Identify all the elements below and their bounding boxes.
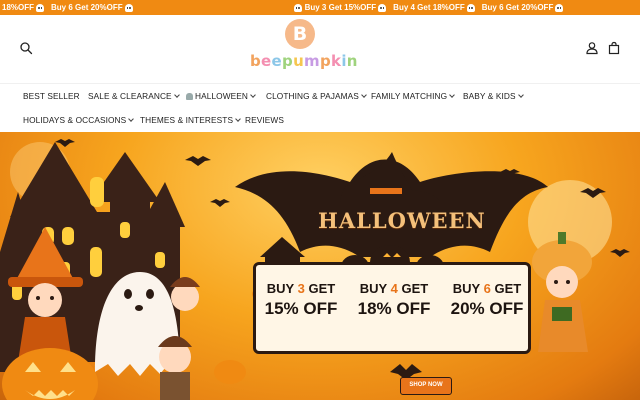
offer-buy-3[interactable]: BUY 3 GET 15% OFF [256,281,346,319]
brand-logo[interactable]: beepumpkin [250,19,358,79]
hero-banner[interactable]: HALLOWEEN BUY 3 GET 15% OFF BUY 4 GET 18… [0,132,640,400]
promo-item[interactable]: Buy 3 Get 15%OFF [290,3,392,12]
chevron-down-icon [235,115,241,122]
promo-text: Buy 6 Get 20%OFF [51,3,123,12]
chevron-down-icon [128,115,135,122]
promo-marquee-bar: 18%OFF Buy 6 Get 20%OFF Buy 3 Get 15%OFF… [0,0,640,15]
shopping-bag-icon[interactable] [607,41,621,55]
chevron-down-icon [173,91,180,98]
small-pumpkin [214,360,246,384]
search-icon[interactable] [19,41,33,55]
logo-wordmark: beepumpkin [250,52,358,70]
chevron-down-icon [250,91,256,98]
hero-title: HALLOWEEN [318,208,486,233]
logo-badge-icon [285,19,315,49]
ghost-icon [186,92,193,100]
marquee-gap [138,3,290,12]
ghost-icon [466,3,475,12]
chevron-down-icon [449,91,456,98]
nav-item-themes-interests[interactable]: THEMES & INTERESTS [140,115,241,125]
promo-text: Buy 4 Get 18%OFF [393,3,465,12]
user-icon[interactable] [585,41,599,55]
offer-line-pct: 20% OFF [450,299,524,318]
offer-line-pct: 15% OFF [264,299,338,318]
promo-item[interactable]: Buy 6 Get 20%OFF [49,3,138,12]
promo-text: Buy 3 Get 15%OFF [304,3,377,12]
offer-line-buy: BUY 6 GET [452,281,522,296]
nav-item-clothing-pajamas[interactable]: CLOTHING & PAJAMAS [266,91,367,101]
offer-buy-4[interactable]: BUY 4 GET 18% OFF [349,281,439,319]
nav-item-baby-kids[interactable]: BABY & KIDS [463,91,524,101]
offer-line-pct: 18% OFF [357,299,431,318]
promo-item[interactable]: 18%OFF [0,3,49,12]
chevron-down-icon [517,91,524,98]
chevron-down-icon [361,91,367,98]
nav-item-holidays-occasions[interactable]: HOLIDAYS & OCCASIONS [23,115,135,125]
offer-line-buy: BUY 3 GET [266,281,336,296]
offer-buy-6[interactable]: BUY 6 GET 20% OFF [442,281,532,319]
ghost-icon [555,3,564,12]
promo-text: Buy 6 Get 20%OFF [481,3,554,12]
promo-item[interactable]: Buy 4 Get 18%OFF [391,3,480,12]
shop-now-button[interactable]: SHOP NOW [400,377,452,395]
offer-card: BUY 3 GET 15% OFF BUY 4 GET 18% OFF BUY … [253,262,531,354]
nav-item-best-seller[interactable]: BEST SELLER [23,91,80,101]
nav-item-family-matching[interactable]: FAMILY MATCHING [371,91,456,101]
ghost-icon [124,3,133,12]
pumpkin-girl-character [532,232,592,352]
main-navigation: BEST SELLER SALE & CLEARANCE HALLOWEEN C… [0,83,640,132]
hat-band [370,188,402,194]
ghost-icon [378,3,387,12]
promo-text: 18%OFF [2,3,35,12]
site-header: beepumpkin [0,15,640,83]
nav-item-halloween[interactable]: HALLOWEEN [186,91,256,101]
nav-item-sale-clearance[interactable]: SALE & CLEARANCE [88,91,180,101]
ghost-icon [293,3,302,12]
offer-line-buy: BUY 4 GET [359,281,429,296]
promo-item[interactable]: Buy 6 Get 20%OFF [480,3,569,12]
nav-item-reviews[interactable]: REVIEWS [245,115,284,125]
ghost-icon [36,3,45,12]
